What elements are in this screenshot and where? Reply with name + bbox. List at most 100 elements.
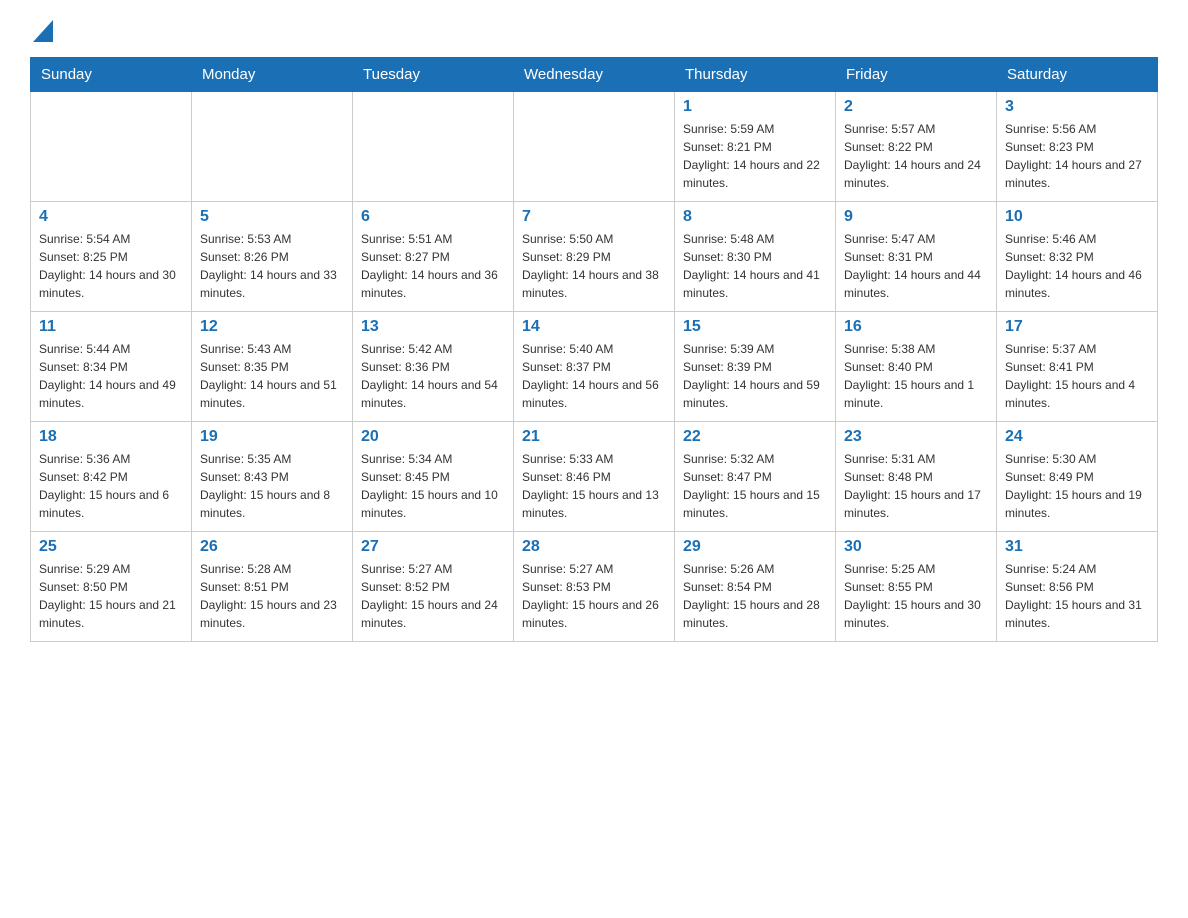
day-number: 22 [683, 428, 827, 446]
empty-cell [192, 92, 353, 202]
day-cell-12: 12 Sunrise: 5:43 AMSunset: 8:35 PMDayligh… [192, 312, 353, 422]
day-number: 10 [1005, 208, 1149, 226]
day-cell-23: 23 Sunrise: 5:31 AMSunset: 8:48 PMDayligh… [836, 422, 997, 532]
day-info: Sunrise: 5:42 AMSunset: 8:36 PMDaylight:… [361, 340, 505, 412]
day-cell-29: 29Sunrise: 5:26 AMSunset: 8:54 PMDayligh… [675, 532, 836, 642]
weekday-header-wednesday: Wednesday [514, 58, 675, 92]
day-number: 30 [844, 538, 988, 556]
day-info: Sunrise: 5:53 AMSunset: 8:26 PMDaylight:… [200, 230, 344, 302]
day-cell-24: 24 Sunrise: 5:30 AMSunset: 8:49 PMDayligh… [997, 422, 1158, 532]
day-info: Sunrise: 5:34 AMSunset: 8:45 PMDaylight:… [361, 450, 505, 522]
day-cell-22: 22 Sunrise: 5:32 AMSunset: 8:47 PMDayligh… [675, 422, 836, 532]
day-cell-18: 18 Sunrise: 5:36 AMSunset: 8:42 PMDayligh… [31, 422, 192, 532]
empty-cell [31, 92, 192, 202]
day-cell-17: 17 Sunrise: 5:37 AMSunset: 8:41 PMDayligh… [997, 312, 1158, 422]
weekday-header-row: SundayMondayTuesdayWednesdayThursdayFrid… [31, 58, 1158, 92]
day-number: 19 [200, 428, 344, 446]
day-number: 8 [683, 208, 827, 226]
day-number: 9 [844, 208, 988, 226]
day-number: 21 [522, 428, 666, 446]
day-cell-25: 25 Sunrise: 5:29 AMSunset: 8:50 PMDayligh… [31, 532, 192, 642]
logo-triangle-icon [33, 20, 53, 42]
day-info: Sunrise: 5:40 AMSunset: 8:37 PMDaylight:… [522, 340, 666, 412]
day-info: Sunrise: 5:47 AMSunset: 8:31 PMDaylight:… [844, 230, 988, 302]
day-info: Sunrise: 5:29 AMSunset: 8:50 PMDaylight:… [39, 560, 183, 632]
calendar-table: SundayMondayTuesdayWednesdayThursdayFrid… [30, 57, 1158, 642]
day-number: 26 [200, 538, 344, 556]
day-number: 31 [1005, 538, 1149, 556]
day-info: Sunrise: 5:31 AMSunset: 8:48 PMDaylight:… [844, 450, 988, 522]
day-cell-16: 16 Sunrise: 5:38 AMSunset: 8:40 PMDayligh… [836, 312, 997, 422]
day-number: 11 [39, 318, 183, 336]
day-cell-14: 14Sunrise: 5:40 AMSunset: 8:37 PMDayligh… [514, 312, 675, 422]
day-info: Sunrise: 5:39 AMSunset: 8:39 PMDaylight:… [683, 340, 827, 412]
page-header [30, 20, 1158, 47]
day-info: Sunrise: 5:51 AMSunset: 8:27 PMDaylight:… [361, 230, 505, 302]
day-cell-2: 2 Sunrise: 5:57 AMSunset: 8:22 PMDaylight… [836, 92, 997, 202]
logo [30, 20, 53, 47]
day-number: 20 [361, 428, 505, 446]
day-info: Sunrise: 5:26 AMSunset: 8:54 PMDaylight:… [683, 560, 827, 632]
weekday-header-saturday: Saturday [997, 58, 1158, 92]
weekday-header-friday: Friday [836, 58, 997, 92]
day-cell-11: 11 Sunrise: 5:44 AMSunset: 8:34 PMDayligh… [31, 312, 192, 422]
day-number: 4 [39, 208, 183, 226]
day-info: Sunrise: 5:50 AMSunset: 8:29 PMDaylight:… [522, 230, 666, 302]
day-info: Sunrise: 5:56 AMSunset: 8:23 PMDaylight:… [1005, 120, 1149, 192]
day-info: Sunrise: 5:43 AMSunset: 8:35 PMDaylight:… [200, 340, 344, 412]
day-info: Sunrise: 5:37 AMSunset: 8:41 PMDaylight:… [1005, 340, 1149, 412]
day-number: 5 [200, 208, 344, 226]
week-row-1: 1 Sunrise: 5:59 AMSunset: 8:21 PMDaylight… [31, 92, 1158, 202]
day-cell-9: 9 Sunrise: 5:47 AMSunset: 8:31 PMDaylight… [836, 202, 997, 312]
week-row-4: 18 Sunrise: 5:36 AMSunset: 8:42 PMDayligh… [31, 422, 1158, 532]
day-info: Sunrise: 5:30 AMSunset: 8:49 PMDaylight:… [1005, 450, 1149, 522]
day-cell-15: 15Sunrise: 5:39 AMSunset: 8:39 PMDayligh… [675, 312, 836, 422]
day-number: 17 [1005, 318, 1149, 336]
day-number: 18 [39, 428, 183, 446]
day-number: 2 [844, 98, 988, 116]
day-number: 1 [683, 98, 827, 116]
day-number: 16 [844, 318, 988, 336]
day-info: Sunrise: 5:36 AMSunset: 8:42 PMDaylight:… [39, 450, 183, 522]
day-info: Sunrise: 5:27 AMSunset: 8:52 PMDaylight:… [361, 560, 505, 632]
day-info: Sunrise: 5:27 AMSunset: 8:53 PMDaylight:… [522, 560, 666, 632]
day-number: 27 [361, 538, 505, 556]
day-info: Sunrise: 5:54 AMSunset: 8:25 PMDaylight:… [39, 230, 183, 302]
day-number: 24 [1005, 428, 1149, 446]
empty-cell [353, 92, 514, 202]
day-number: 23 [844, 428, 988, 446]
day-cell-13: 13 Sunrise: 5:42 AMSunset: 8:36 PMDayligh… [353, 312, 514, 422]
day-number: 7 [522, 208, 666, 226]
day-cell-26: 26 Sunrise: 5:28 AMSunset: 8:51 PMDayligh… [192, 532, 353, 642]
day-info: Sunrise: 5:38 AMSunset: 8:40 PMDaylight:… [844, 340, 988, 412]
day-number: 12 [200, 318, 344, 336]
day-cell-27: 27 Sunrise: 5:27 AMSunset: 8:52 PMDayligh… [353, 532, 514, 642]
day-info: Sunrise: 5:35 AMSunset: 8:43 PMDaylight:… [200, 450, 344, 522]
day-cell-10: 10 Sunrise: 5:46 AMSunset: 8:32 PMDayligh… [997, 202, 1158, 312]
day-cell-4: 4 Sunrise: 5:54 AMSunset: 8:25 PMDaylight… [31, 202, 192, 312]
day-cell-6: 6 Sunrise: 5:51 AMSunset: 8:27 PMDaylight… [353, 202, 514, 312]
day-info: Sunrise: 5:48 AMSunset: 8:30 PMDaylight:… [683, 230, 827, 302]
empty-cell [514, 92, 675, 202]
day-info: Sunrise: 5:44 AMSunset: 8:34 PMDaylight:… [39, 340, 183, 412]
day-number: 13 [361, 318, 505, 336]
day-cell-1: 1 Sunrise: 5:59 AMSunset: 8:21 PMDaylight… [675, 92, 836, 202]
day-info: Sunrise: 5:46 AMSunset: 8:32 PMDaylight:… [1005, 230, 1149, 302]
day-number: 6 [361, 208, 505, 226]
day-cell-20: 20 Sunrise: 5:34 AMSunset: 8:45 PMDayligh… [353, 422, 514, 532]
day-info: Sunrise: 5:59 AMSunset: 8:21 PMDaylight:… [683, 120, 827, 192]
day-info: Sunrise: 5:32 AMSunset: 8:47 PMDaylight:… [683, 450, 827, 522]
day-cell-30: 30 Sunrise: 5:25 AMSunset: 8:55 PMDayligh… [836, 532, 997, 642]
day-cell-31: 31 Sunrise: 5:24 AMSunset: 8:56 PMDayligh… [997, 532, 1158, 642]
day-cell-8: 8 Sunrise: 5:48 AMSunset: 8:30 PMDaylight… [675, 202, 836, 312]
day-cell-19: 19 Sunrise: 5:35 AMSunset: 8:43 PMDayligh… [192, 422, 353, 532]
day-number: 25 [39, 538, 183, 556]
day-info: Sunrise: 5:28 AMSunset: 8:51 PMDaylight:… [200, 560, 344, 632]
day-info: Sunrise: 5:33 AMSunset: 8:46 PMDaylight:… [522, 450, 666, 522]
day-number: 3 [1005, 98, 1149, 116]
day-info: Sunrise: 5:24 AMSunset: 8:56 PMDaylight:… [1005, 560, 1149, 632]
weekday-header-tuesday: Tuesday [353, 58, 514, 92]
day-info: Sunrise: 5:57 AMSunset: 8:22 PMDaylight:… [844, 120, 988, 192]
day-info: Sunrise: 5:25 AMSunset: 8:55 PMDaylight:… [844, 560, 988, 632]
week-row-3: 11 Sunrise: 5:44 AMSunset: 8:34 PMDayligh… [31, 312, 1158, 422]
